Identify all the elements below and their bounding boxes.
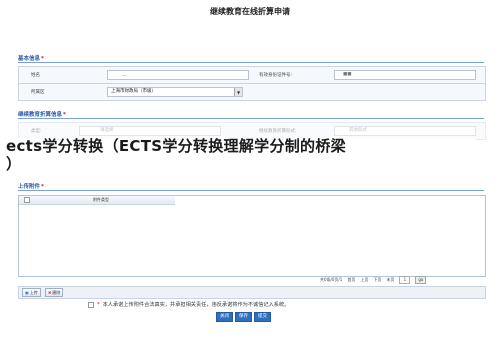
pager-first[interactable]: 首页 xyxy=(347,277,355,283)
type-label: 类型: xyxy=(31,129,42,134)
region-label: 所属区 xyxy=(31,90,45,95)
delete-label: 删除 xyxy=(52,290,61,295)
id-value: ■■ xyxy=(343,72,352,77)
delete-button[interactable]: ✖ 删除 xyxy=(45,288,64,297)
pager-last[interactable]: 末页 xyxy=(386,277,394,283)
pledge-mark: * xyxy=(97,301,100,308)
grid-header: 附件类型 xyxy=(19,196,175,205)
basic-info-row-2: 所属区 上海市财政局（市级） ▼ xyxy=(18,83,486,101)
close-button[interactable]: 关闭 xyxy=(216,312,233,322)
section-divider xyxy=(18,62,484,63)
page-number-input[interactable]: 1 xyxy=(399,276,411,284)
attachments-heading: 上传附件* xyxy=(18,182,44,190)
region-select[interactable]: 上海市财政局（市级） ▼ xyxy=(107,87,243,97)
action-buttons: 关闭 保存 提交 xyxy=(216,312,271,322)
save-button[interactable]: 保存 xyxy=(235,312,252,322)
go-button[interactable]: go xyxy=(415,276,427,284)
basic-info-heading: 基本信息* xyxy=(18,54,44,62)
select-all-checkbox[interactable] xyxy=(24,197,30,203)
method-select[interactable]: 其他形式 xyxy=(334,126,476,136)
overlay-caption-line-2: ） xyxy=(6,155,22,173)
upload-icon: ▣ xyxy=(25,290,29,295)
region-value: 上海市财政局（市级） xyxy=(111,89,156,94)
chevron-down-icon[interactable]: ▼ xyxy=(234,88,242,96)
pager-prev[interactable]: 上页 xyxy=(360,277,368,283)
overlay-caption-line-1: ects学分转换（ECTS学分转换理解学分制的桥梁 xyxy=(6,138,476,155)
pledge-text: 本人承诺上传附件合法真实，并承担相关责任，违反承诺将作为不诚信记入系统。 xyxy=(102,302,290,308)
pledge-row: * 本人承诺上传附件合法真实，并承担相关责任，违反承诺将作为不诚信记入系统。 xyxy=(88,301,289,308)
attachments-toolbar: ▣ 上传 ✖ 删除 xyxy=(18,286,486,299)
method-label: 继续教育折算形式: xyxy=(259,129,297,134)
upload-button[interactable]: ▣ 上传 xyxy=(22,288,41,297)
pledge-checkbox[interactable] xyxy=(88,301,94,308)
id-field[interactable]: ■■ xyxy=(334,70,476,80)
conversion-info-heading: 继续教育折算信息* xyxy=(18,110,66,118)
section-divider xyxy=(18,118,484,119)
id-label: 有效身份证件号: xyxy=(259,73,293,78)
name-label: 姓名 xyxy=(31,73,40,78)
upload-label: 上传 xyxy=(29,290,38,295)
basic-info-row-1: 姓名 __ 有效身份证件号: ■■ xyxy=(18,66,486,84)
pager-summary: 共0条/0页/1 xyxy=(320,277,343,282)
pager: 共0条/0页/1 首页 上页 下页 末页 1 go xyxy=(320,276,484,284)
submit-button[interactable]: 提交 xyxy=(254,312,271,322)
type-select[interactable]: 请选择 xyxy=(79,126,221,136)
page-title: 继续教育在线折算申请 xyxy=(210,7,290,16)
name-field[interactable]: __ xyxy=(107,70,249,80)
section-divider xyxy=(18,190,484,191)
method-value: 其他形式 xyxy=(349,128,367,133)
delete-icon: ✖ xyxy=(48,290,52,295)
type-placeholder: 请选择 xyxy=(100,128,114,133)
attachments-grid: 附件类型 xyxy=(18,195,486,277)
pager-next[interactable]: 下页 xyxy=(373,277,381,283)
name-value: __ xyxy=(122,72,127,77)
column-header-attachment-type[interactable]: 附件类型 xyxy=(93,197,109,203)
